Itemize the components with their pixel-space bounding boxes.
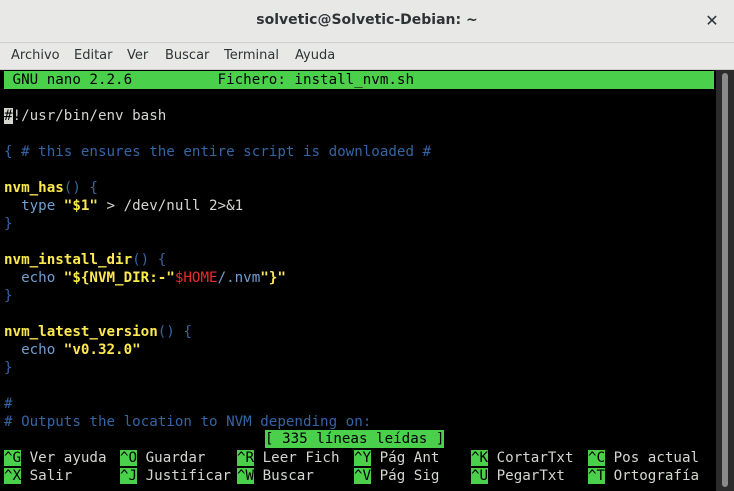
fn3-open: () { [157, 324, 192, 340]
menu-terminal[interactable]: Terminal [224, 48, 279, 63]
shortcut-search[interactable]: ^W Buscar [237, 467, 314, 485]
shortcut-key: ^X [4, 468, 22, 484]
terminal-area[interactable]: GNU nano 2.2.6 Fichero: install_nvm.sh #… [0, 70, 716, 491]
shortcut-key: ^Y [354, 450, 372, 466]
shortcut-label: Pág Ant [371, 450, 440, 466]
shortcut-key: ^T [588, 468, 606, 484]
code-line-hash: # [4, 396, 13, 412]
shortcut-exit[interactable]: ^X Salir [4, 467, 72, 485]
shortcut-save[interactable]: ^O Guardar [120, 449, 205, 467]
echo2-keyword: echo [4, 342, 64, 358]
echo1-a: "${NVM_DIR:-" [63, 270, 175, 286]
window-title: solvetic@Solvetic-Debian: ~ [256, 12, 478, 28]
echo2-string: "v0.32.0" [63, 342, 141, 358]
shortcut-key: ^C [588, 450, 606, 466]
shortcut-key: ^R [237, 450, 255, 466]
code-line-close1: } [4, 216, 13, 232]
shortcut-key: ^K [471, 450, 489, 466]
shortcut-label: Justificar [137, 468, 232, 484]
shortcut-key: ^G [4, 450, 22, 466]
code-line-comment2: # Outputs the location to NVM depending … [4, 414, 372, 430]
code-line-shebang: #!/usr/bin/env bash [4, 107, 166, 125]
type-rest: > /dev/null 2>&1 [97, 198, 244, 214]
close-icon[interactable]: ✕ [702, 11, 722, 31]
shortcut-label: Buscar [254, 468, 314, 484]
code-line-fn3: nvm_latest_version() { [4, 323, 192, 341]
shortcut-label: Pág Sig [371, 468, 440, 484]
fn1-open: () { [63, 180, 98, 196]
shortcut-key: ^U [471, 468, 489, 484]
title-bar: solvetic@Solvetic-Debian: ~ ✕ [0, 0, 734, 43]
fn2-open: () { [132, 252, 167, 268]
code-line-echo2: echo "v0.32.0" [4, 341, 141, 359]
code-line-echo1: echo "${NVM_DIR:-"$HOME/.nvm"}" [4, 269, 286, 287]
shortcut-paste[interactable]: ^U PegarTxt [471, 467, 565, 485]
scrollbar-thumb[interactable] [722, 73, 728, 487]
shortcut-label: Ver ayuda [21, 450, 107, 466]
nano-header: GNU nano 2.2.6 Fichero: install_nvm.sh [4, 71, 714, 89]
fn1-name: nvm_has [4, 180, 64, 196]
shortcut-label: Guardar [137, 450, 206, 466]
shortcut-label: Salir [21, 468, 73, 484]
shortcut-label: PegarTxt [488, 468, 565, 484]
shortcut-key: ^W [237, 468, 255, 484]
menu-bar: Archivo Editar Ver Buscar Terminal Ayuda [0, 43, 734, 70]
shortcut-prev-page[interactable]: ^Y Pág Ant [354, 449, 439, 467]
shortcut-next-page[interactable]: ^V Pág Sig [354, 467, 439, 485]
status-message: [ 335 líneas leídas ] [265, 430, 445, 448]
vertical-scrollbar[interactable] [716, 70, 734, 491]
shortcut-spell[interactable]: ^T Ortografía [588, 467, 699, 485]
code-line-comment: { # this ensures the entire script is do… [4, 144, 432, 160]
shortcut-cut[interactable]: ^K CortarTxt [471, 449, 574, 467]
shortcut-label: CortarTxt [488, 450, 574, 466]
shortcut-key: ^J [120, 468, 138, 484]
shortcut-label: Leer Fich [254, 450, 340, 466]
fn3-name: nvm_latest_version [4, 324, 158, 340]
code-line-type: type "$1" > /dev/null 2>&1 [4, 197, 243, 215]
shortcut-read-file[interactable]: ^R Leer Fich [237, 449, 340, 467]
shortcut-label: Pos actual [605, 450, 700, 466]
shortcut-cur-pos[interactable]: ^C Pos actual [588, 449, 699, 467]
menu-buscar[interactable]: Buscar [165, 48, 209, 63]
echo1-keyword: echo [4, 270, 64, 286]
menu-archivo[interactable]: Archivo [11, 48, 60, 63]
menu-ayuda[interactable]: Ayuda [295, 48, 335, 63]
shortcut-justify[interactable]: ^J Justificar [120, 467, 231, 485]
type-arg: "$1" [63, 198, 98, 214]
text-cursor: # [4, 108, 13, 124]
echo1-path: /.nvm [217, 270, 261, 286]
menu-editar[interactable]: Editar [74, 48, 113, 63]
code-line-fn1: nvm_has() { [4, 179, 98, 197]
shortcut-key: ^V [354, 468, 372, 484]
shortcut-help[interactable]: ^G Ver ayuda [4, 449, 107, 467]
fn2-name: nvm_install_dir [4, 252, 133, 268]
shebang-text: !/usr/bin/env bash [12, 108, 167, 124]
shortcut-key: ^O [120, 450, 138, 466]
shortcut-label: Ortografía [605, 468, 700, 484]
code-line-close2: } [4, 288, 13, 304]
code-line-close3: } [4, 360, 13, 376]
echo1-home: $HOME [174, 270, 218, 286]
menu-ver[interactable]: Ver [127, 48, 148, 63]
echo1-d: "}" [260, 270, 286, 286]
type-keyword: type [4, 198, 64, 214]
code-line-fn2: nvm_install_dir() { [4, 251, 166, 269]
